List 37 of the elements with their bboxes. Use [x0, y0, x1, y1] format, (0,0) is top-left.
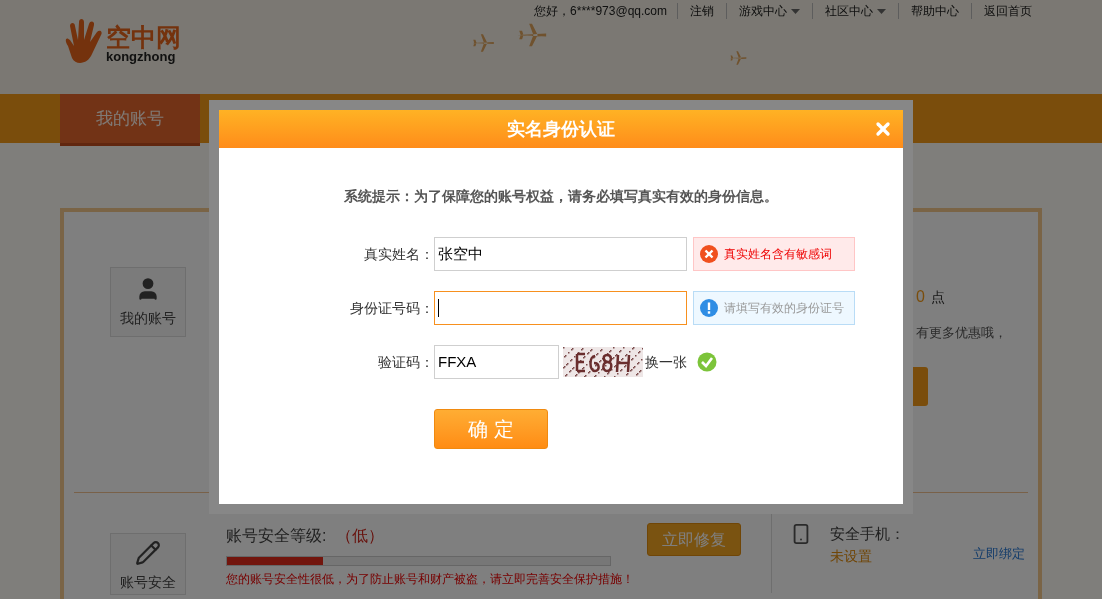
dialog-prompt: 系统提示：为了保障您的账号权益，请务必填写真实有效的身份信息。 — [343, 187, 779, 206]
security-grade: （低） — [336, 526, 385, 546]
security-warning: 您的账号安全性很低，为了防止账号和财产被盗，请立即完善安全保护措施！ — [226, 571, 634, 588]
pencil-icon — [135, 540, 161, 566]
text-caret — [438, 299, 439, 317]
greeting-text: 您好，6****973@qq.com — [534, 3, 668, 20]
field-label: 真实姓名： — [363, 244, 434, 264]
nav-link[interactable]: 社区中心 — [812, 3, 898, 19]
sidebar-card[interactable]: 账号安全 — [110, 533, 186, 595]
tip-text: 真实姓名含有敏感词 — [724, 246, 832, 263]
points-unit: 点 — [930, 287, 945, 307]
nav-link[interactable]: 帮助中心 — [898, 3, 971, 19]
points-value: 0 — [916, 287, 925, 307]
promo-text: 有更多优惠哦， — [916, 324, 1007, 342]
field-label: 验证码： — [377, 352, 434, 372]
nav-link[interactable]: 游戏中心 — [726, 3, 812, 19]
security-title: 账号安全等级: — [226, 526, 327, 546]
close-icon[interactable] — [873, 119, 893, 139]
error-icon — [700, 245, 718, 263]
main-tab[interactable]: 我的账号 — [60, 94, 200, 146]
bind-link[interactable]: 立即绑定 — [973, 544, 1025, 593]
refresh-link[interactable]: 换一张 — [645, 351, 687, 373]
input-field[interactable]: 张空中 — [434, 237, 687, 271]
phone-label: 安全手机： — [830, 524, 905, 544]
dialog-title: 实名身份认证 — [507, 117, 615, 141]
nav-link[interactable]: 返回首页 — [971, 3, 1044, 19]
phone-status: 未设置 — [830, 546, 873, 566]
field-label: 身份证号码： — [349, 298, 434, 318]
plane-icon — [728, 48, 748, 68]
input-field[interactable] — [434, 291, 687, 325]
logo-text: 空中网 — [106, 25, 181, 50]
sidebar-card[interactable]: 我的账号 — [110, 267, 186, 337]
nav-link[interactable]: 注销 — [677, 3, 726, 19]
logo-subtext: kongzhong — [106, 50, 176, 63]
tip-text: 请填写有效的身份证号 — [724, 300, 844, 317]
info-icon — [700, 299, 718, 317]
input-field[interactable]: FFXA — [434, 345, 559, 379]
